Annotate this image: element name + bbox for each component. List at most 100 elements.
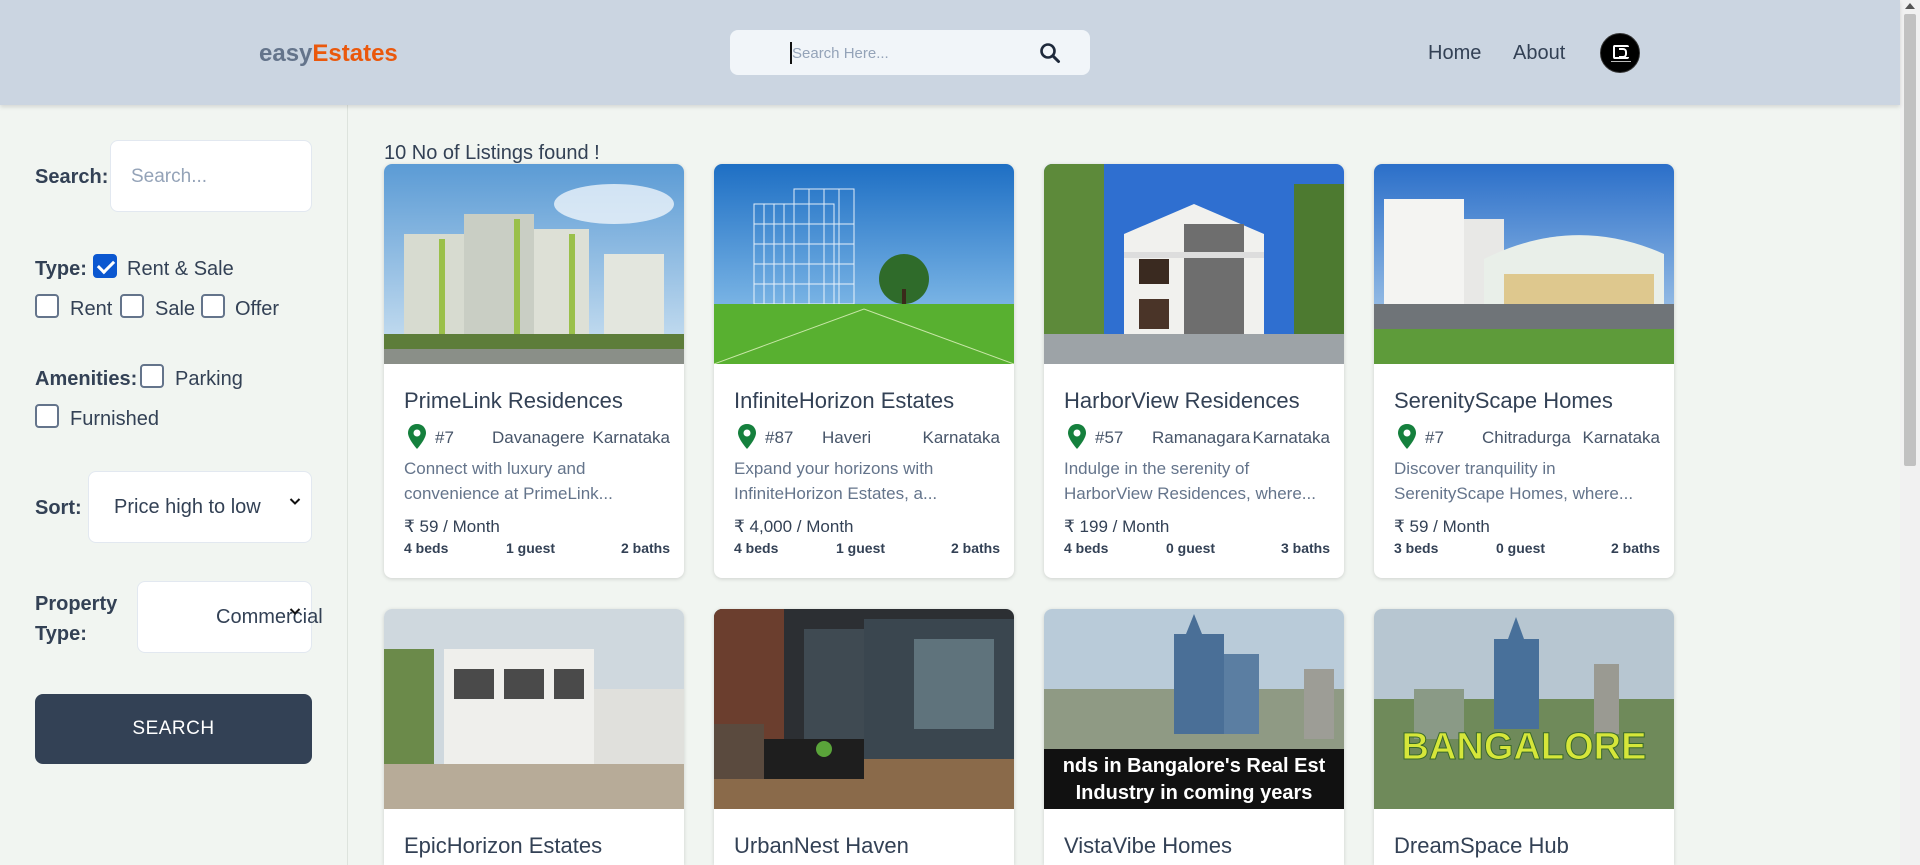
listing-image[interactable] xyxy=(1374,164,1674,364)
listing-location: #7 Chitradurga Karnataka xyxy=(1394,424,1660,450)
header-search-input[interactable]: Search Here... xyxy=(730,30,1090,75)
listing-description-line: Indulge in the serenity of xyxy=(1064,459,1250,478)
listing-description-line: Connect with luxury and xyxy=(404,459,586,478)
map-pin-icon xyxy=(738,424,756,449)
listing-price: ₹ 59 / Month xyxy=(404,517,500,536)
listing-title[interactable]: UrbanNest Haven xyxy=(734,833,909,859)
listing-baths: 2 baths xyxy=(1610,540,1660,556)
listing-price: ₹ 199 / Month xyxy=(1064,517,1170,536)
search-button[interactable]: SEARCH xyxy=(35,694,312,764)
checkbox-label-rent: Rent xyxy=(70,298,113,320)
sort-select[interactable]: Price high to low xyxy=(88,471,312,543)
listing-image[interactable] xyxy=(384,164,684,364)
logo-text-estates: Estates xyxy=(312,40,398,67)
listing-description: Connect with luxury and convenience at P… xyxy=(404,456,666,506)
checkbox-label-rent-and-sale: Rent & Sale xyxy=(127,258,234,280)
listing-city: Chitradurga xyxy=(1482,428,1571,447)
listing-baths: 3 baths xyxy=(1280,540,1330,556)
type-label: Type: xyxy=(35,258,87,280)
listing-beds: 4 beds xyxy=(1064,540,1109,556)
sort-label: Sort: xyxy=(35,497,82,519)
listing-description-line: SerenityScape Homes, where... xyxy=(1394,484,1634,503)
map-pin-icon xyxy=(1398,424,1416,449)
listing-location: #87 Haveri Karnataka xyxy=(734,424,1000,450)
listing-description-line: HarborView Residences, where... xyxy=(1064,484,1316,503)
property-type-label-line1: Property xyxy=(35,593,118,615)
image-caption: BANGALORE xyxy=(1402,726,1647,768)
map-pin-icon xyxy=(1068,424,1086,449)
listing-guests: 0 guest xyxy=(1166,540,1216,556)
listing-card[interactable]: InfiniteHorizon Estates #87 Haveri Karna… xyxy=(714,164,1014,578)
avatar-logo-line xyxy=(1611,61,1631,62)
checkbox-rent[interactable] xyxy=(35,294,59,318)
listing-title[interactable]: VistaVibe Homes xyxy=(1064,833,1232,859)
logo-text-easy: easy xyxy=(259,40,313,67)
listing-card[interactable]: EpicHorizon Estates xyxy=(384,609,684,865)
nav-home-link[interactable]: Home xyxy=(1428,42,1481,65)
listing-baths: 2 baths xyxy=(620,540,670,556)
listing-state: Karnataka xyxy=(592,428,671,447)
checkbox-sale[interactable] xyxy=(120,294,144,318)
listing-city: Ramanagara xyxy=(1152,428,1251,447)
listing-state: Karnataka xyxy=(1582,428,1661,447)
checkbox-label-furnished: Furnished xyxy=(70,408,159,430)
checkbox-furnished[interactable] xyxy=(35,404,59,428)
listing-state: Karnataka xyxy=(922,428,1001,447)
sort-select-value: Price high to low xyxy=(114,496,261,518)
listing-beds: 4 beds xyxy=(404,540,449,556)
listing-image[interactable] xyxy=(1044,164,1344,364)
listing-card[interactable]: PrimeLink Residences #7 Davanagere Karna… xyxy=(384,164,684,578)
listing-title[interactable]: SerenityScape Homes xyxy=(1394,388,1613,414)
search-label: Search: xyxy=(35,166,109,188)
listing-card[interactable]: BANGALORE DreamSpace Hub xyxy=(1374,609,1674,865)
checkbox-offer[interactable] xyxy=(201,294,225,318)
listing-image[interactable] xyxy=(714,609,1014,809)
listing-image[interactable]: BANGALORE xyxy=(1374,609,1674,809)
checkbox-rent-and-sale[interactable] xyxy=(93,254,117,278)
listing-card[interactable]: nds in Bangalore's Real Est Industry in … xyxy=(1044,609,1344,865)
user-avatar[interactable] xyxy=(1600,33,1640,73)
scrollbar-thumb[interactable] xyxy=(1904,14,1916,466)
listing-title[interactable]: HarborView Residences xyxy=(1064,388,1300,414)
listing-image[interactable] xyxy=(714,164,1014,364)
sidebar-search-input[interactable]: Search... xyxy=(110,140,312,212)
site-header: easyEstates Search Here... Home About xyxy=(0,0,1900,105)
listing-baths: 2 baths xyxy=(950,540,1000,556)
listing-description-line: convenience at PrimeLink... xyxy=(404,484,613,503)
header-search-placeholder: Search Here... xyxy=(792,45,889,62)
page-scrollbar[interactable] xyxy=(1900,0,1920,865)
listing-beds: 3 beds xyxy=(1394,540,1439,556)
listing-description: Discover tranquility in SerenityScape Ho… xyxy=(1394,456,1656,506)
map-pin-icon xyxy=(408,424,426,449)
listing-number: #87 xyxy=(765,428,794,447)
search-icon[interactable] xyxy=(1038,41,1062,65)
listing-number: #7 xyxy=(435,428,454,447)
listing-state: Karnataka xyxy=(1252,428,1331,447)
property-type-select[interactable]: Commercial xyxy=(137,581,323,653)
listing-title[interactable]: EpicHorizon Estates xyxy=(404,833,602,859)
property-type-label-line2: Type: xyxy=(35,623,87,645)
listing-card[interactable]: HarborView Residences #57 Ramanagara Kar… xyxy=(1044,164,1344,578)
listing-title[interactable]: PrimeLink Residences xyxy=(404,388,623,414)
listing-card[interactable]: SerenityScape Homes #7 Chitradurga Karna… xyxy=(1374,164,1674,578)
listing-price: ₹ 59 / Month xyxy=(1394,517,1490,536)
listing-beds: 4 beds xyxy=(734,540,779,556)
listing-card[interactable]: UrbanNest Haven xyxy=(714,609,1014,865)
listing-description: Indulge in the serenity of HarborView Re… xyxy=(1064,456,1326,506)
scroll-up-arrow-icon[interactable] xyxy=(1905,3,1915,9)
chevron-down-icon xyxy=(289,498,301,505)
site-logo[interactable]: easyEstates xyxy=(259,40,398,68)
checkbox-parking[interactable] xyxy=(140,364,164,388)
property-type-select-value: Commercial xyxy=(216,606,323,628)
listing-city: Davanagere xyxy=(492,428,585,447)
avatar-logo-mark-b xyxy=(1619,48,1627,58)
nav-about-link[interactable]: About xyxy=(1513,42,1565,65)
listing-number: #57 xyxy=(1095,428,1124,447)
listing-image[interactable] xyxy=(384,609,684,809)
listing-image[interactable]: nds in Bangalore's Real Est Industry in … xyxy=(1044,609,1344,809)
checkbox-label-parking: Parking xyxy=(175,368,243,390)
listing-title[interactable]: DreamSpace Hub xyxy=(1394,833,1569,859)
listing-title[interactable]: InfiniteHorizon Estates xyxy=(734,388,954,414)
listing-description-line: InfiniteHorizon Estates, a... xyxy=(734,484,938,503)
listing-number: #7 xyxy=(1425,428,1444,447)
